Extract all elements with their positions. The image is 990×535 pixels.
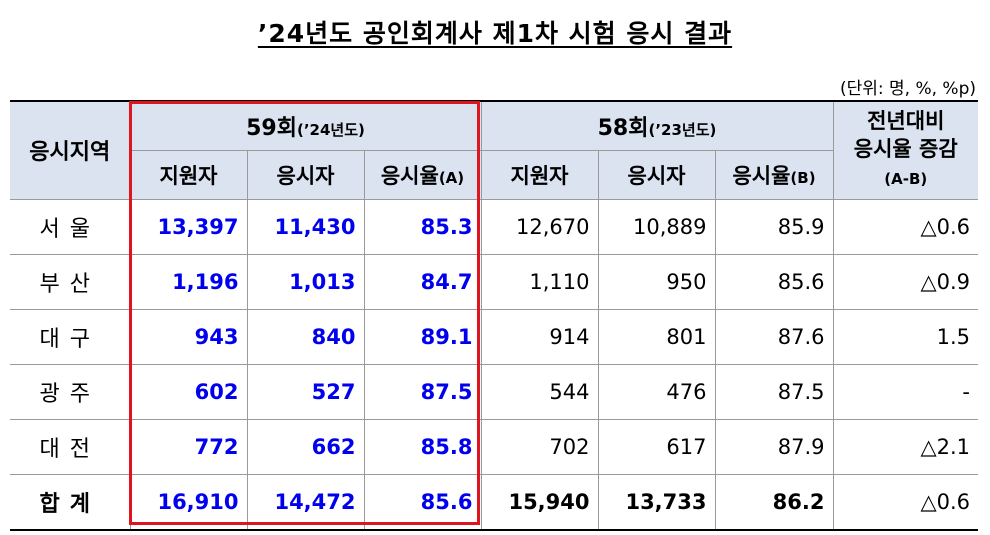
header-applicants-59: 지원자 (130, 150, 248, 200)
total-rate-58: 86.2 (714, 474, 834, 531)
header-group-59: 59회(’24년도) (129, 100, 482, 151)
region-cell: 서울 (10, 199, 131, 255)
table-row: 대구 943 840 89.1 914 801 87.6 1.5 (10, 309, 978, 365)
change-cell: 1.5 (832, 309, 978, 365)
change-cell: △0.6 (832, 199, 978, 255)
rate-58-cell: 87.6 (714, 309, 834, 365)
total-examinees-58: 13,733 (597, 474, 716, 531)
examinees-58-cell: 617 (597, 419, 716, 475)
region-cell: 부산 (10, 254, 131, 310)
rate-59-cell: 89.1 (363, 309, 482, 365)
header-examinees-59: 응시자 (246, 150, 365, 200)
rate-59-cell: 85.8 (363, 419, 482, 475)
examinees-58-cell: 476 (597, 364, 716, 420)
header-row-1: 응시지역 59회(’24년도) 58회(’23년도) 전년대비 응시율 증감 (A-… (10, 100, 978, 200)
total-examinees-59: 14,472 (246, 474, 365, 531)
header-region: 응시지역 (10, 100, 131, 200)
total-row: 합계 16,910 14,472 85.6 15,940 13,733 86.2… (10, 474, 978, 531)
change-cell: - (832, 364, 978, 420)
change-cell: △0.9 (832, 254, 978, 310)
examinees-59-cell: 527 (246, 364, 365, 420)
rate-59-cell: 85.3 (363, 199, 482, 255)
header-change: 전년대비 응시율 증감 (A-B) (832, 100, 978, 200)
table-row: 광주 602 527 87.5 544 476 87.5 - (10, 364, 978, 420)
header-group-58: 58회(’23년도) (480, 100, 834, 151)
total-rate-59: 85.6 (363, 474, 482, 531)
region-cell: 대전 (10, 419, 131, 475)
table-row: 서울 13,397 11,430 85.3 12,670 10,889 85.9… (10, 199, 978, 255)
exam-result-table: 응시지역 59회(’24년도) 58회(’23년도) 전년대비 응시율 증감 (A-… (10, 100, 978, 531)
table-row: 부산 1,196 1,013 84.7 1,110 950 85.6 △0.9 (10, 254, 978, 310)
examinees-58-cell: 950 (597, 254, 716, 310)
applicants-58-cell: 1,110 (480, 254, 599, 310)
header-rate-58: 응시율(B) (714, 150, 833, 200)
rate-59-cell: 87.5 (363, 364, 482, 420)
applicants-59-cell: 1,196 (129, 254, 248, 310)
change-cell: △2.1 (832, 419, 978, 475)
applicants-59-cell: 13,397 (129, 199, 248, 255)
total-applicants-59: 16,910 (129, 474, 248, 531)
region-cell: 광주 (10, 364, 131, 420)
unit-note: (단위: 명, %, %p) (839, 79, 976, 99)
applicants-59-cell: 943 (129, 309, 248, 365)
applicants-59-cell: 772 (129, 419, 248, 475)
header-applicants-58: 지원자 (480, 150, 599, 200)
rate-58-cell: 87.9 (714, 419, 834, 475)
region-cell: 대구 (10, 309, 131, 365)
total-change: △0.6 (832, 474, 978, 531)
examinees-59-cell: 662 (246, 419, 365, 475)
examinees-59-cell: 840 (246, 309, 365, 365)
examinees-59-cell: 1,013 (246, 254, 365, 310)
rate-58-cell: 85.9 (714, 199, 834, 255)
examinees-59-cell: 11,430 (246, 199, 365, 255)
page-title: ’24년도 공인회계사 제1차 시험 응시 결과 (257, 19, 733, 48)
table-row: 대전 772 662 85.8 702 617 87.9 △2.1 (10, 419, 978, 475)
total-label: 합계 (10, 474, 131, 531)
header-examinees-58: 응시자 (597, 150, 716, 200)
examinees-58-cell: 801 (597, 309, 716, 365)
applicants-58-cell: 12,670 (480, 199, 599, 255)
applicants-58-cell: 914 (480, 309, 599, 365)
header-rate-59: 응시율(A) (363, 150, 482, 200)
total-applicants-58: 15,940 (480, 474, 599, 531)
examinees-58-cell: 10,889 (597, 199, 716, 255)
applicants-58-cell: 702 (480, 419, 599, 475)
rate-58-cell: 87.5 (714, 364, 834, 420)
rate-58-cell: 85.6 (714, 254, 834, 310)
applicants-58-cell: 544 (480, 364, 599, 420)
header-row-2: 지원자 응시자 응시율(A) 지원자 응시자 응시율(B) (10, 150, 978, 200)
rate-59-cell: 84.7 (363, 254, 482, 310)
applicants-59-cell: 602 (129, 364, 248, 420)
